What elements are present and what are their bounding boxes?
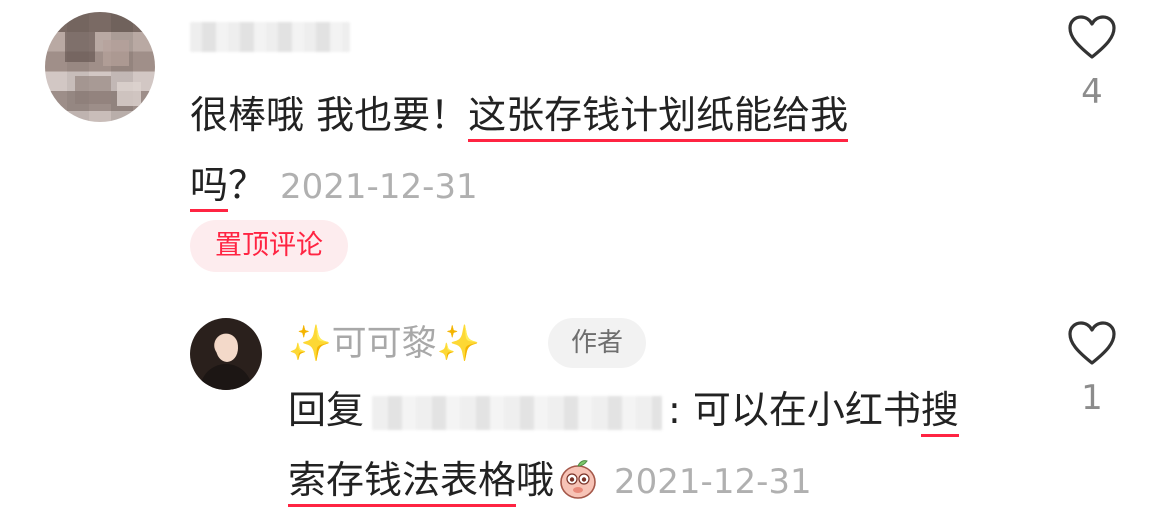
avatar-pixel [65, 32, 95, 62]
reply-text: 回复 : 可以在小红书搜 索存钱法表格哦 2021-12-31 [288, 375, 1048, 517]
comment-text-plain: 很棒哦 我也要！ [190, 93, 469, 137]
pinned-comment-badge: 置顶评论 [190, 220, 348, 272]
comment-like-count: 4 [1081, 72, 1103, 112]
peach-face-emoji [560, 460, 596, 499]
comment-date: 2021-12-31 [280, 167, 478, 207]
comment-text-end: ？ [228, 163, 267, 207]
commenter-name-blurred[interactable] [190, 22, 350, 52]
avatar-pixel [103, 40, 129, 66]
sparkle-icon: ✨ [288, 324, 332, 364]
heart-outline-icon [1068, 321, 1116, 365]
comment-link-highlight[interactable]: 这张存钱计划纸能给我 [468, 93, 849, 142]
replied-user-blurred[interactable] [372, 395, 663, 430]
heart-outline-icon [1068, 15, 1116, 59]
commenter-avatar[interactable] [45, 12, 155, 122]
avatar-pixel [117, 82, 141, 106]
reply-date: 2021-12-31 [614, 462, 812, 502]
reply-search-highlight-2[interactable]: 索存钱法表格 [288, 458, 517, 507]
avatar-pixel [75, 76, 111, 104]
reply-like-count: 1 [1081, 378, 1103, 418]
reply-text-end: 哦 [516, 458, 555, 502]
reply-author-name-text: 可可黎 [331, 324, 437, 364]
reply-author-name[interactable]: ✨可可黎✨ [288, 318, 480, 370]
reply-like-button[interactable]: 1 [1062, 320, 1122, 418]
comment-text: 很棒哦 我也要！这张存钱计划纸能给我 吗？ 2021-12-31 [190, 80, 950, 222]
reply-text-main: : 可以在小红书 [668, 388, 921, 432]
avatar-face [216, 334, 238, 362]
author-avatar[interactable] [190, 318, 262, 390]
reply-search-highlight[interactable]: 搜 [920, 388, 959, 437]
avatar-body [200, 364, 252, 390]
author-badge: 作者 [548, 318, 646, 368]
reply-label: 回复 [288, 388, 365, 432]
comment-link-highlight-2[interactable]: 吗 [190, 163, 229, 212]
sparkle-icon: ✨ [436, 324, 481, 364]
comment-like-button[interactable]: 4 [1062, 14, 1122, 112]
